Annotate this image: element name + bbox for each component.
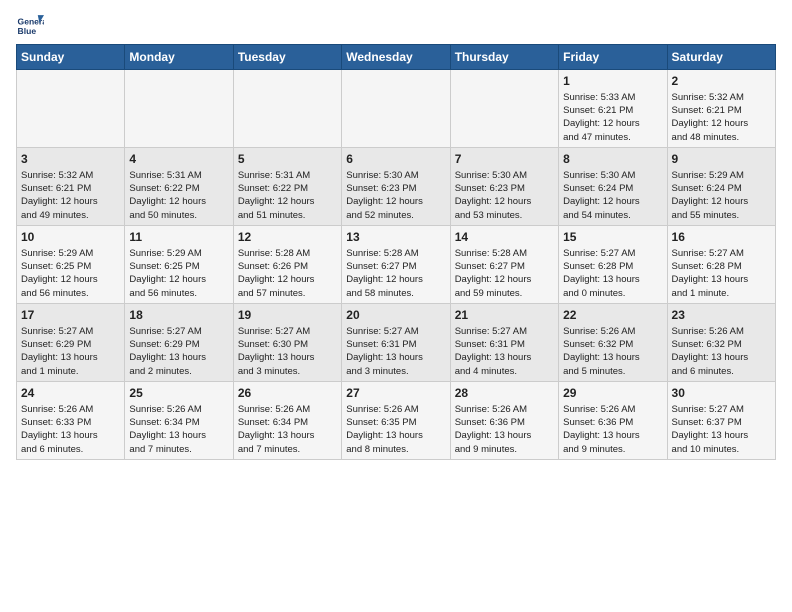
calendar-week-2: 3Sunrise: 5:32 AMSunset: 6:21 PMDaylight… [17,147,776,225]
calendar-week-3: 10Sunrise: 5:29 AMSunset: 6:25 PMDayligh… [17,225,776,303]
day-number: 3 [21,151,120,168]
calendar-cell: 28Sunrise: 5:26 AMSunset: 6:36 PMDayligh… [450,381,558,459]
day-number: 13 [346,229,445,246]
calendar-cell: 9Sunrise: 5:29 AMSunset: 6:24 PMDaylight… [667,147,775,225]
day-number: 10 [21,229,120,246]
calendar-header-row: SundayMondayTuesdayWednesdayThursdayFrid… [17,45,776,70]
header-day-thursday: Thursday [450,45,558,70]
svg-text:Blue: Blue [18,26,37,36]
day-number: 23 [672,307,771,324]
logo: General Blue [16,12,44,40]
header-day-friday: Friday [559,45,667,70]
generalblue-logo-icon: General Blue [16,12,44,40]
header-day-wednesday: Wednesday [342,45,450,70]
calendar-cell: 19Sunrise: 5:27 AMSunset: 6:30 PMDayligh… [233,303,341,381]
calendar-cell: 29Sunrise: 5:26 AMSunset: 6:36 PMDayligh… [559,381,667,459]
calendar-week-5: 24Sunrise: 5:26 AMSunset: 6:33 PMDayligh… [17,381,776,459]
day-number: 5 [238,151,337,168]
calendar-cell: 16Sunrise: 5:27 AMSunset: 6:28 PMDayligh… [667,225,775,303]
calendar-cell: 17Sunrise: 5:27 AMSunset: 6:29 PMDayligh… [17,303,125,381]
calendar-cell: 24Sunrise: 5:26 AMSunset: 6:33 PMDayligh… [17,381,125,459]
calendar-table: SundayMondayTuesdayWednesdayThursdayFrid… [16,44,776,460]
calendar-cell: 23Sunrise: 5:26 AMSunset: 6:32 PMDayligh… [667,303,775,381]
calendar-cell: 15Sunrise: 5:27 AMSunset: 6:28 PMDayligh… [559,225,667,303]
day-number: 26 [238,385,337,402]
calendar-cell: 13Sunrise: 5:28 AMSunset: 6:27 PMDayligh… [342,225,450,303]
day-number: 7 [455,151,554,168]
day-number: 28 [455,385,554,402]
calendar-cell [125,70,233,148]
calendar-cell: 10Sunrise: 5:29 AMSunset: 6:25 PMDayligh… [17,225,125,303]
day-number: 6 [346,151,445,168]
calendar-cell [342,70,450,148]
calendar-cell: 11Sunrise: 5:29 AMSunset: 6:25 PMDayligh… [125,225,233,303]
day-number: 22 [563,307,662,324]
day-number: 21 [455,307,554,324]
calendar-cell: 21Sunrise: 5:27 AMSunset: 6:31 PMDayligh… [450,303,558,381]
calendar-cell: 3Sunrise: 5:32 AMSunset: 6:21 PMDaylight… [17,147,125,225]
day-number: 11 [129,229,228,246]
calendar-cell: 20Sunrise: 5:27 AMSunset: 6:31 PMDayligh… [342,303,450,381]
calendar-cell: 30Sunrise: 5:27 AMSunset: 6:37 PMDayligh… [667,381,775,459]
calendar-cell: 6Sunrise: 5:30 AMSunset: 6:23 PMDaylight… [342,147,450,225]
calendar-cell: 18Sunrise: 5:27 AMSunset: 6:29 PMDayligh… [125,303,233,381]
header-day-sunday: Sunday [17,45,125,70]
calendar-cell: 12Sunrise: 5:28 AMSunset: 6:26 PMDayligh… [233,225,341,303]
calendar-cell: 7Sunrise: 5:30 AMSunset: 6:23 PMDaylight… [450,147,558,225]
header-day-saturday: Saturday [667,45,775,70]
day-number: 24 [21,385,120,402]
calendar-week-1: 1Sunrise: 5:33 AMSunset: 6:21 PMDaylight… [17,70,776,148]
calendar-cell: 22Sunrise: 5:26 AMSunset: 6:32 PMDayligh… [559,303,667,381]
day-number: 9 [672,151,771,168]
day-number: 19 [238,307,337,324]
day-number: 27 [346,385,445,402]
day-number: 12 [238,229,337,246]
calendar-cell: 5Sunrise: 5:31 AMSunset: 6:22 PMDaylight… [233,147,341,225]
day-number: 16 [672,229,771,246]
calendar-cell: 4Sunrise: 5:31 AMSunset: 6:22 PMDaylight… [125,147,233,225]
calendar-cell [233,70,341,148]
day-number: 20 [346,307,445,324]
day-number: 18 [129,307,228,324]
day-number: 30 [672,385,771,402]
day-number: 2 [672,73,771,90]
page: General Blue SundayMondayTuesdayWednesda… [0,0,792,468]
day-number: 14 [455,229,554,246]
day-number: 17 [21,307,120,324]
day-number: 29 [563,385,662,402]
calendar-cell [17,70,125,148]
calendar-cell: 25Sunrise: 5:26 AMSunset: 6:34 PMDayligh… [125,381,233,459]
day-number: 1 [563,73,662,90]
day-number: 8 [563,151,662,168]
calendar-cell: 26Sunrise: 5:26 AMSunset: 6:34 PMDayligh… [233,381,341,459]
calendar-cell: 27Sunrise: 5:26 AMSunset: 6:35 PMDayligh… [342,381,450,459]
calendar-cell [450,70,558,148]
day-number: 15 [563,229,662,246]
header-day-tuesday: Tuesday [233,45,341,70]
calendar-cell: 8Sunrise: 5:30 AMSunset: 6:24 PMDaylight… [559,147,667,225]
calendar-week-4: 17Sunrise: 5:27 AMSunset: 6:29 PMDayligh… [17,303,776,381]
day-number: 4 [129,151,228,168]
calendar-cell: 14Sunrise: 5:28 AMSunset: 6:27 PMDayligh… [450,225,558,303]
header: General Blue [16,12,776,40]
calendar-cell: 1Sunrise: 5:33 AMSunset: 6:21 PMDaylight… [559,70,667,148]
day-number: 25 [129,385,228,402]
header-day-monday: Monday [125,45,233,70]
calendar-cell: 2Sunrise: 5:32 AMSunset: 6:21 PMDaylight… [667,70,775,148]
